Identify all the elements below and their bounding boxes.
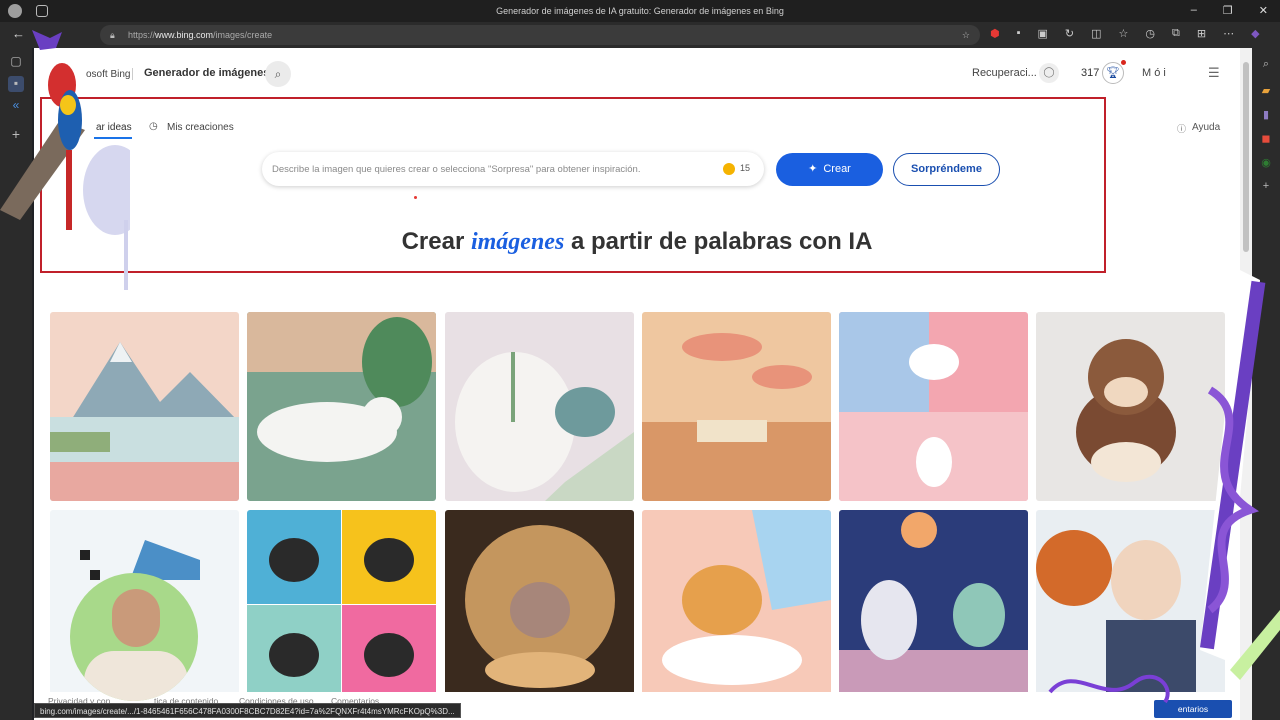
gallery-image-space-kids[interactable] bbox=[839, 510, 1028, 699]
mountain-lake-illustration bbox=[50, 312, 239, 501]
gallery-image-white-cat[interactable] bbox=[247, 312, 436, 501]
surprise-me-button[interactable]: Sorpréndeme bbox=[893, 153, 1000, 186]
gallery-image-corgi-cloud[interactable] bbox=[642, 510, 831, 699]
help-link[interactable]: Ayuda bbox=[1192, 122, 1220, 133]
rewards-trophy-icon[interactable]: 🏆︎ bbox=[1102, 62, 1124, 84]
hero-text-pre: Crear bbox=[401, 228, 471, 255]
webcam-feed bbox=[70, 573, 198, 701]
window-titlebar: Generador de imágenes de IA gratuito: Ge… bbox=[0, 0, 1280, 22]
hero-heading: Crear imágenes a partir de palabras con … bbox=[34, 228, 1240, 256]
notification-dot bbox=[1121, 60, 1126, 65]
help-icon: ⓘ bbox=[1177, 124, 1187, 134]
header-search-button[interactable]: ⌕ bbox=[265, 61, 291, 87]
collections-icon[interactable]: ⧉ bbox=[1172, 27, 1180, 40]
settings-more-icon[interactable]: ⋯ bbox=[1223, 27, 1234, 40]
webcam-person-body bbox=[84, 651, 188, 701]
extension-red-icon[interactable]: ⬢ bbox=[990, 27, 1000, 40]
webcam-person-head bbox=[112, 589, 160, 647]
gallery-image-chihuahua-pop-art[interactable] bbox=[247, 510, 436, 699]
extension-square-icon[interactable]: ▣ bbox=[1038, 27, 1048, 40]
lily-bird-illustration bbox=[445, 312, 634, 501]
account-name[interactable]: Recuperaci... bbox=[972, 67, 1037, 79]
refresh-icon[interactable]: ↻ bbox=[1065, 27, 1074, 40]
split-screen-icon[interactable]: ◫ bbox=[1091, 27, 1101, 40]
favorite-star-icon[interactable]: ☆ bbox=[962, 25, 970, 45]
history-icon[interactable]: ◷ bbox=[1145, 27, 1155, 40]
sidebar-office-icon[interactable]: ◼ bbox=[1259, 132, 1273, 146]
restore-icon[interactable]: ❐ bbox=[1223, 4, 1233, 17]
corgi-cloud-illustration bbox=[642, 510, 831, 699]
hero-text-post: a partir de palabras con IA bbox=[564, 228, 873, 255]
user-avatar-icon[interactable]: ◯ bbox=[1039, 63, 1059, 83]
sidebar-tools-icon[interactable]: ▮ bbox=[1259, 108, 1273, 122]
rewards-points[interactable]: 317 bbox=[1081, 67, 1099, 79]
red-dot bbox=[414, 196, 417, 199]
chef-mouse-illustration bbox=[445, 510, 634, 699]
gallery-image-lily-bird[interactable] bbox=[445, 312, 634, 501]
user-name[interactable]: M ó i bbox=[1142, 67, 1166, 79]
header-divider bbox=[132, 68, 133, 80]
url-field[interactable]: 🔒︎ https://www.bing.com/images/create ☆ bbox=[100, 25, 980, 45]
url-domain: www.bing.com bbox=[155, 30, 214, 40]
boost-count: 15 bbox=[740, 163, 751, 173]
history-clock-icon: ◷ bbox=[149, 121, 158, 132]
gallery-image-calla-vase[interactable] bbox=[839, 312, 1028, 501]
gallery-image-chef-mouse[interactable] bbox=[445, 510, 634, 699]
calla-vase-illustration bbox=[839, 312, 1028, 501]
sidebar-shopping-icon[interactable]: ▰ bbox=[1259, 84, 1273, 98]
status-bar-url: bing.com/images/create/.../1-8465461F656… bbox=[34, 703, 461, 718]
boost-coin-icon bbox=[723, 163, 735, 175]
tab-my-creations-label: Mis creaciones bbox=[167, 122, 234, 133]
hero-text-highlight: imágenes bbox=[470, 229, 565, 255]
close-icon[interactable]: ✕ bbox=[1259, 4, 1268, 17]
sidebar-outlook-icon[interactable]: ◉ bbox=[1259, 156, 1273, 170]
apps-icon[interactable]: ⊞ bbox=[1197, 27, 1206, 40]
create-button[interactable]: ✦ Crear bbox=[776, 153, 883, 186]
address-bar-row: ← 🔒︎ https://www.bing.com/images/create … bbox=[0, 22, 1280, 48]
copilot-icon[interactable]: ◆ bbox=[1251, 27, 1259, 40]
sidebar-search-icon[interactable]: ⌕ bbox=[1259, 58, 1273, 72]
extension-off-icon[interactable]: ▪ bbox=[1017, 27, 1021, 40]
sparkle-icon: ✦ bbox=[808, 163, 818, 175]
space-kids-illustration bbox=[839, 510, 1028, 699]
hamburger-menu-icon[interactable]: ☰ bbox=[1208, 65, 1220, 81]
prompt-box: 15 bbox=[262, 152, 764, 186]
scrollbar-thumb[interactable] bbox=[1243, 62, 1249, 252]
prompt-input[interactable] bbox=[272, 161, 712, 177]
parrot-sticker bbox=[0, 30, 130, 290]
bing-image-creator-page: osoft Bing Generador de imágenes ⌕ Recup… bbox=[34, 48, 1240, 720]
chihuahua-pop-art-illustration bbox=[247, 510, 436, 699]
create-button-label: Crear bbox=[823, 163, 851, 175]
url-path: /images/create bbox=[213, 30, 273, 40]
minimize-icon[interactable]: – bbox=[1191, 4, 1197, 17]
favorites-icon[interactable]: ☆ bbox=[1119, 27, 1129, 40]
page-title[interactable]: Generador de imágenes bbox=[144, 67, 269, 79]
search-icon: ⌕ bbox=[274, 67, 282, 81]
pen-sticker bbox=[1200, 270, 1280, 680]
window-title: Generador de imágenes de IA gratuito: Ge… bbox=[496, 6, 784, 16]
sidebar-add-icon[interactable]: + bbox=[1259, 180, 1273, 194]
scribble-sticker bbox=[1048, 674, 1170, 704]
url-prefix: https:// bbox=[128, 30, 156, 40]
gallery-image-mountain-lake[interactable] bbox=[50, 312, 239, 501]
white-cat-illustration bbox=[247, 312, 436, 501]
tab-my-creations[interactable]: Mis creaciones bbox=[167, 122, 234, 133]
gallery-image-desert-house[interactable] bbox=[642, 312, 831, 501]
desert-house-illustration bbox=[642, 312, 831, 501]
